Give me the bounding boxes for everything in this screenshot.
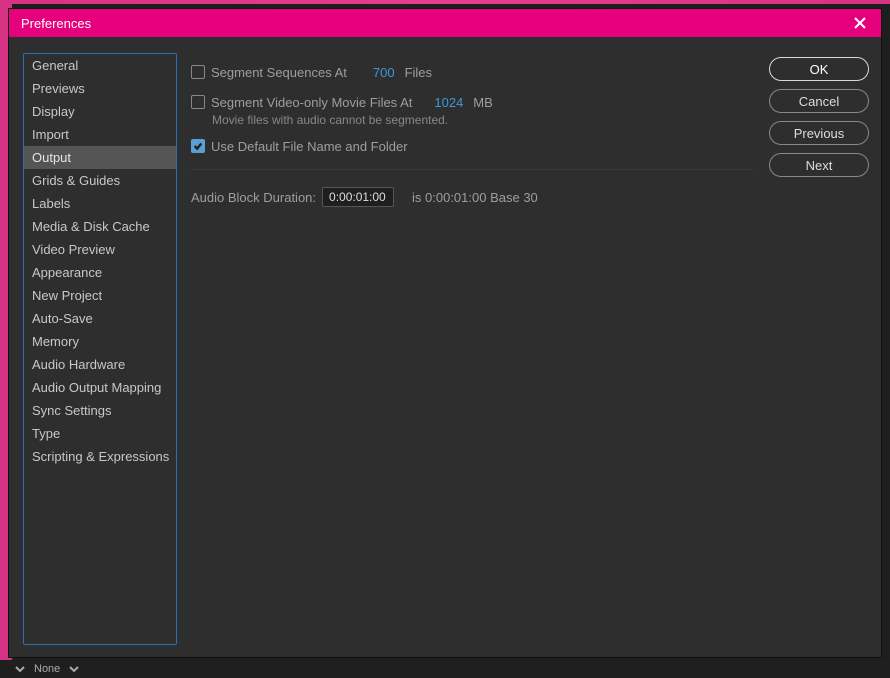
ok-button[interactable]: OK [769, 57, 869, 81]
dialog-title: Preferences [21, 16, 91, 31]
dialog-buttons: OK Cancel Previous Next [769, 53, 869, 645]
close-button[interactable] [849, 12, 871, 34]
sidebar-item-memory[interactable]: Memory [24, 330, 176, 353]
segment-sequences-value[interactable]: 700 [369, 65, 399, 80]
segment-sequences-label: Segment Sequences At [211, 65, 347, 80]
divider [191, 169, 753, 170]
audio-block-hint: is 0:00:01:00 Base 30 [412, 190, 538, 205]
segment-video-unit: MB [473, 95, 493, 110]
bottom-none-label: None [34, 663, 60, 675]
sidebar-item-labels[interactable]: Labels [24, 192, 176, 215]
settings-panel: Segment Sequences At 700 Files Segment V… [189, 53, 757, 645]
audio-block-label: Audio Block Duration: [191, 190, 316, 205]
sidebar-item-import[interactable]: Import [24, 123, 176, 146]
use-default-row: Use Default File Name and Folder [191, 133, 753, 159]
check-icon [193, 141, 203, 151]
audio-block-input[interactable] [322, 187, 394, 207]
sidebar-item-scripting-expressions[interactable]: Scripting & Expressions [24, 445, 176, 468]
chevron-down-icon[interactable] [14, 663, 26, 675]
close-icon [854, 17, 866, 29]
sidebar-item-audio-output-mapping[interactable]: Audio Output Mapping [24, 376, 176, 399]
sidebar-item-media-disk-cache[interactable]: Media & Disk Cache [24, 215, 176, 238]
segment-sequences-row: Segment Sequences At 700 Files [191, 59, 753, 85]
next-button[interactable]: Next [769, 153, 869, 177]
chevron-down-icon[interactable] [68, 663, 80, 675]
audio-block-row: Audio Block Duration: is 0:00:01:00 Base… [191, 184, 753, 210]
segment-video-row: Segment Video-only Movie Files At 1024 M… [191, 89, 753, 115]
sidebar-item-appearance[interactable]: Appearance [24, 261, 176, 284]
segment-sequences-unit: Files [405, 65, 432, 80]
sidebar-item-general[interactable]: General [24, 54, 176, 77]
sidebar-item-type[interactable]: Type [24, 422, 176, 445]
titlebar: Preferences [9, 9, 881, 37]
preferences-dialog: Preferences GeneralPreviewsDisplayImport… [8, 8, 882, 658]
segment-video-checkbox[interactable] [191, 95, 205, 109]
sidebar-item-auto-save[interactable]: Auto-Save [24, 307, 176, 330]
previous-button[interactable]: Previous [769, 121, 869, 145]
sidebar-item-output[interactable]: Output [24, 146, 176, 169]
dialog-content: GeneralPreviewsDisplayImportOutputGrids … [9, 37, 881, 657]
use-default-checkbox[interactable] [191, 139, 205, 153]
segment-video-note: Movie files with audio cannot be segment… [191, 113, 753, 127]
cancel-button[interactable]: Cancel [769, 89, 869, 113]
use-default-label: Use Default File Name and Folder [211, 139, 408, 154]
bottom-strip: None [0, 660, 890, 678]
sidebar-item-video-preview[interactable]: Video Preview [24, 238, 176, 261]
sidebar-item-new-project[interactable]: New Project [24, 284, 176, 307]
sidebar-item-audio-hardware[interactable]: Audio Hardware [24, 353, 176, 376]
segment-sequences-checkbox[interactable] [191, 65, 205, 79]
sidebar-item-previews[interactable]: Previews [24, 77, 176, 100]
segment-video-label: Segment Video-only Movie Files At [211, 95, 412, 110]
segment-video-value[interactable]: 1024 [430, 95, 467, 110]
category-sidebar: GeneralPreviewsDisplayImportOutputGrids … [23, 53, 177, 645]
sidebar-item-display[interactable]: Display [24, 100, 176, 123]
sidebar-item-grids-guides[interactable]: Grids & Guides [24, 169, 176, 192]
sidebar-item-sync-settings[interactable]: Sync Settings [24, 399, 176, 422]
